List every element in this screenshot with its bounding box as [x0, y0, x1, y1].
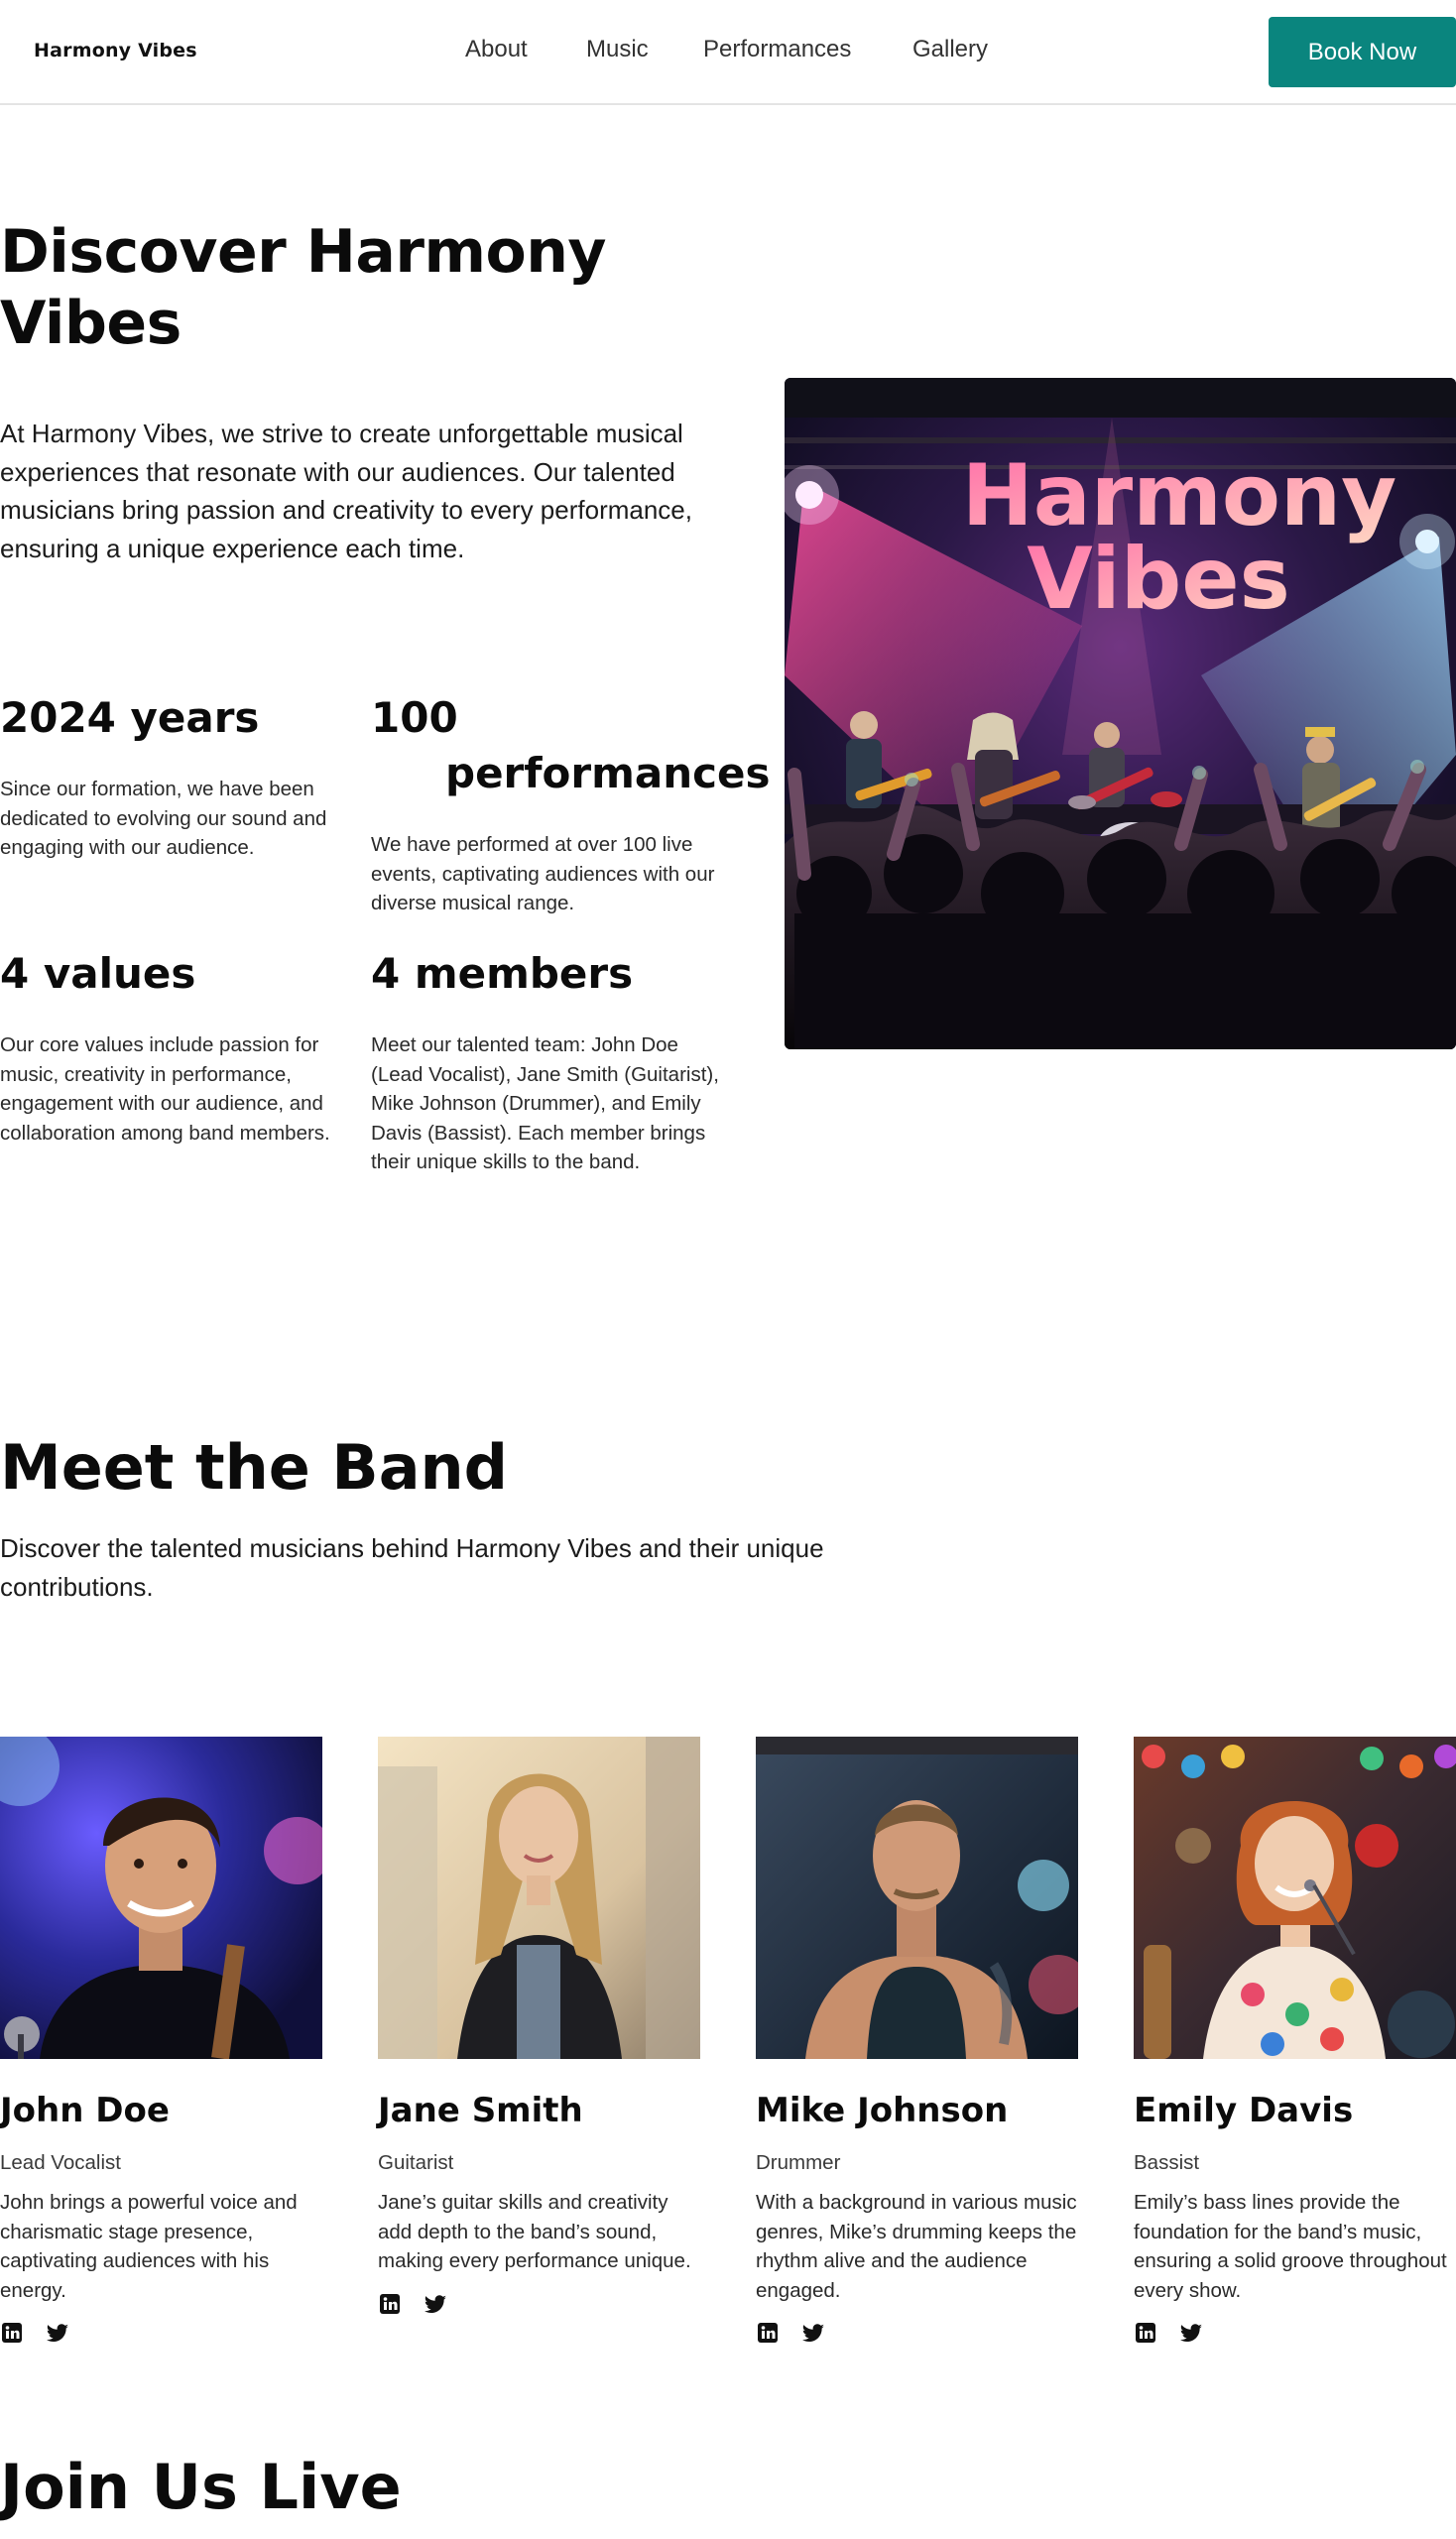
twitter-icon[interactable] [1179, 2321, 1203, 2345]
member-bio: Emily’s bass lines provide the foundatio… [1134, 2191, 1447, 2302]
member-bio: Jane’s guitar skills and creativity add … [378, 2191, 691, 2273]
hero-concert-image: Harmony Vibes [785, 378, 1456, 1049]
member-name: Emily Davis [1134, 2091, 1354, 2130]
stat-members-title: 4 members [371, 949, 634, 998]
member-name: Mike Johnson [756, 2091, 1009, 2130]
nav-link-performances[interactable]: Performances [703, 36, 851, 63]
hero-title: Discover Harmony Vibes [0, 217, 607, 358]
concert-illustration: Harmony Vibes [785, 378, 1456, 1049]
sign-vibes: Vibes [1027, 530, 1290, 629]
member-social-links [756, 2321, 1078, 2345]
hero-description: At Harmony Vibes, we strive to create un… [0, 419, 692, 563]
member-card-emily-davis: Emily Davis Bassist Emily’s bass lines p… [1134, 1737, 1456, 2345]
stat-performances-text: We have performed at over 100 live event… [371, 833, 715, 915]
stat-performances-title-line1: 100 [371, 693, 458, 742]
member-role: Guitarist [378, 2151, 454, 2174]
linkedin-icon[interactable] [378, 2292, 402, 2316]
twitter-icon[interactable] [424, 2292, 447, 2316]
member-bio: With a background in various music genre… [756, 2191, 1077, 2302]
stat-years-title: 2024 years [0, 693, 260, 742]
member-photo-john [0, 1737, 322, 2059]
member-name: Jane Smith [378, 2091, 583, 2130]
linkedin-icon[interactable] [0, 2321, 24, 2345]
member-social-links [378, 2292, 700, 2316]
band-section-subtitle: Discover the talented musicians behind H… [0, 1533, 824, 1602]
member-card-mike-johnson: Mike Johnson Drummer With a background i… [756, 1737, 1078, 2345]
linkedin-icon[interactable] [756, 2321, 780, 2345]
nav-link-gallery[interactable]: Gallery [912, 36, 988, 63]
member-role: Drummer [756, 2151, 841, 2174]
stat-members-text: Meet our talented team: John Doe (Lead V… [371, 1033, 719, 1174]
stat-values-text: Our core values include passion for musi… [0, 1033, 330, 1145]
stat-years-text: Since our formation, we have been dedica… [0, 778, 327, 860]
member-photo-emily [1134, 1737, 1456, 2059]
member-role: Lead Vocalist [0, 2151, 121, 2174]
linkedin-icon[interactable] [1134, 2321, 1157, 2345]
top-navigation: Harmony Vibes About Music Performances G… [0, 0, 1456, 105]
member-card-john-doe: John Doe Lead Vocalist John brings a pow… [0, 1737, 322, 2345]
member-card-jane-smith: Jane Smith Guitarist Jane’s guitar skill… [378, 1737, 700, 2316]
member-bio: John brings a powerful voice and charism… [0, 2191, 298, 2302]
stat-values-title: 4 values [0, 949, 196, 998]
band-section-title: Meet the Band [0, 1431, 509, 1504]
member-role: Bassist [1134, 2151, 1200, 2174]
member-social-links [1134, 2321, 1456, 2345]
member-photo-mike [756, 1737, 1078, 2059]
join-section-title: Join Us Live [0, 2451, 402, 2523]
twitter-icon[interactable] [801, 2321, 825, 2345]
brand-logo[interactable]: Harmony Vibes [34, 40, 197, 61]
member-social-links [0, 2321, 322, 2345]
nav-link-about[interactable]: About [465, 36, 528, 63]
twitter-icon[interactable] [46, 2321, 69, 2345]
book-now-button[interactable]: Book Now [1269, 17, 1456, 87]
member-name: John Doe [0, 2091, 170, 2130]
stat-performances-title-line2: performances [445, 749, 771, 797]
nav-link-music[interactable]: Music [586, 36, 649, 63]
member-photo-jane [378, 1737, 700, 2059]
